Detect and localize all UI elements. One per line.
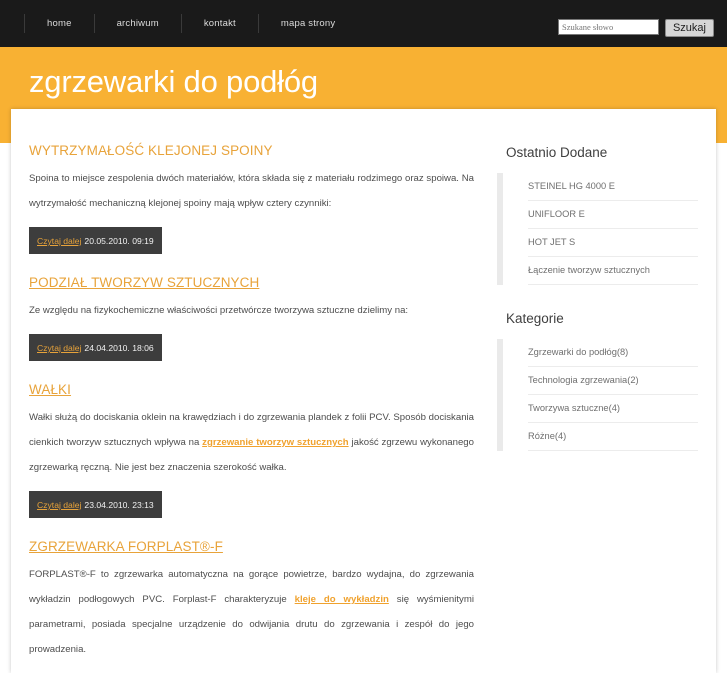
list-item[interactable]: Technologia zgrzewania(2) xyxy=(528,367,698,395)
article-body: FORPLAST®-F to zgrzewarka automatyczna n… xyxy=(29,562,478,662)
readmore-badge: Czytaj dalej 20.05.2010. 09:19 xyxy=(29,227,162,254)
article-item: ZGRZEWARKA FORPLAST®-F FORPLAST®-F to zg… xyxy=(29,539,478,662)
readmore-link[interactable]: Czytaj dalej xyxy=(37,500,81,510)
page-title: zgrzewarki do podłóg xyxy=(29,64,318,99)
list-item[interactable]: UNIFLOOR E xyxy=(528,201,698,229)
article-title[interactable]: ZGRZEWARKA FORPLAST®-F xyxy=(29,539,478,554)
article-date: 24.04.2010. 18:06 xyxy=(84,343,154,353)
inline-content-link[interactable]: zgrzewanie tworzyw sztucznych xyxy=(202,437,348,448)
nav-item-archiwum[interactable]: archiwum xyxy=(93,14,181,33)
sidebar-heading: Kategorie xyxy=(506,311,564,326)
main-navigation: home archiwum kontakt mapa strony xyxy=(24,14,357,33)
article-date: 20.05.2010. 09:19 xyxy=(84,236,154,246)
article-item: WAŁKI Wałki służą do dociskania oklein n… xyxy=(29,382,478,530)
sidebar-heading: Ostatnio Dodane xyxy=(506,145,608,160)
article-item: PODZIAŁ TWORZYW SZTUCZNYCH Ze względu na… xyxy=(29,275,478,373)
search-form: Szukaj xyxy=(557,19,714,37)
sidebar-link[interactable]: Różne(4) xyxy=(528,423,698,450)
readmore-link[interactable]: Czytaj dalej xyxy=(37,236,81,246)
sidebar-link[interactable]: STEINEL HG 4000 E xyxy=(528,173,698,200)
content-container: WYTRZYMAŁOŚĆ KLEJONEJ SPOINY Spoina to m… xyxy=(11,109,716,673)
article-body-pre: Ze względu na fizykochemiczne właściwośc… xyxy=(29,305,409,316)
nav-item-kontakt[interactable]: kontakt xyxy=(180,14,258,33)
list-item[interactable]: Łączenie tworzyw sztucznych xyxy=(528,257,698,285)
list-item[interactable]: HOT JET S xyxy=(528,229,698,257)
sidebar-link[interactable]: Łączenie tworzyw sztucznych xyxy=(528,257,698,284)
sidebar-link[interactable]: UNIFLOOR E xyxy=(528,201,698,228)
sidebar-link[interactable]: Tworzywa sztuczne(4) xyxy=(528,395,698,422)
list-item[interactable]: Różne(4) xyxy=(528,423,698,451)
inline-content-link[interactable]: kleje do wykładzin xyxy=(295,594,389,605)
article-title[interactable]: PODZIAŁ TWORZYW SZTUCZNYCH xyxy=(29,275,478,290)
sidebar-link[interactable]: Zgrzewarki do podłóg(8) xyxy=(528,339,698,366)
list-item[interactable]: Tworzywa sztuczne(4) xyxy=(528,395,698,423)
sidebar-link[interactable]: Technologia zgrzewania(2) xyxy=(528,367,698,394)
top-navigation-bar: home archiwum kontakt mapa strony Szukaj xyxy=(0,0,727,47)
article-body: Ze względu na fizykochemiczne właściwośc… xyxy=(29,298,478,323)
readmore-badge: Czytaj dalej 24.04.2010. 18:06 xyxy=(29,334,162,361)
nav-item-mapa-strony[interactable]: mapa strony xyxy=(257,14,357,33)
nav-item-home[interactable]: home xyxy=(24,14,94,33)
search-input[interactable] xyxy=(557,19,659,35)
article-body: Spoina to miejsce zespolenia dwóch mater… xyxy=(29,166,478,216)
list-item[interactable]: Zgrzewarki do podłóg(8) xyxy=(528,339,698,367)
article-body: Wałki służą do dociskania oklein na kraw… xyxy=(29,405,478,480)
sidebar-link[interactable]: HOT JET S xyxy=(528,229,698,256)
article-item: WYTRZYMAŁOŚĆ KLEJONEJ SPOINY Spoina to m… xyxy=(29,143,478,266)
article-body-pre: Spoina to miejsce zespolenia dwóch mater… xyxy=(29,173,474,209)
readmore-badge: Czytaj dalej 23.04.2010. 23:13 xyxy=(29,491,162,518)
article-title[interactable]: WYTRZYMAŁOŚĆ KLEJONEJ SPOINY xyxy=(29,143,478,158)
sidebar-block-categories: Kategorie Zgrzewarki do podłóg(8) Techno… xyxy=(497,311,698,451)
sidebar-list: Zgrzewarki do podłóg(8) Technologia zgrz… xyxy=(497,339,698,451)
readmore-link[interactable]: Czytaj dalej xyxy=(37,343,81,353)
search-button[interactable]: Szukaj xyxy=(664,19,714,37)
list-item[interactable]: STEINEL HG 4000 E xyxy=(528,173,698,201)
sidebar-block-recent: Ostatnio Dodane STEINEL HG 4000 E UNIFLO… xyxy=(497,145,698,285)
article-date: 23.04.2010. 23:13 xyxy=(84,500,154,510)
sidebar-list: STEINEL HG 4000 E UNIFLOOR E HOT JET S Ł… xyxy=(497,173,698,285)
article-title[interactable]: WAŁKI xyxy=(29,382,478,397)
main-content: WYTRZYMAŁOŚĆ KLEJONEJ SPOINY Spoina to m… xyxy=(11,143,488,673)
sidebar: Ostatnio Dodane STEINEL HG 4000 E UNIFLO… xyxy=(488,143,698,673)
